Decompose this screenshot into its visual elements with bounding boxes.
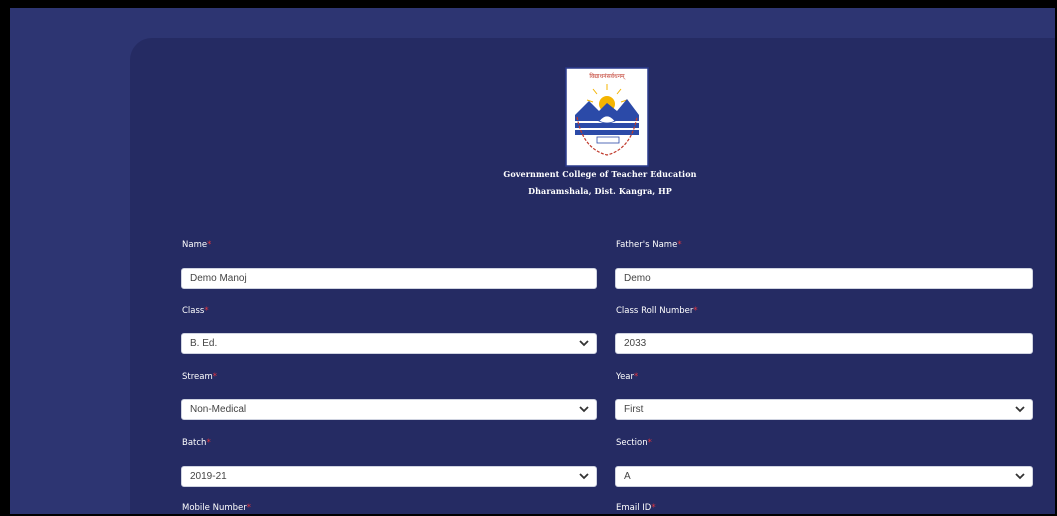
class-roll-number-label-text: Class Roll Number	[616, 306, 694, 316]
required-mark: *	[246, 503, 251, 513]
section-select-value: A	[615, 466, 1033, 487]
section-select[interactable]: A	[615, 466, 1033, 487]
year-select[interactable]: First	[615, 399, 1033, 420]
class-roll-number-label: Class Roll Number*	[616, 306, 698, 316]
class-select[interactable]: B. Ed.	[181, 333, 597, 354]
class-label-text: Class	[182, 306, 205, 316]
email-id-label: Email ID*	[616, 503, 656, 513]
class-label: Class*	[182, 306, 209, 316]
svg-text:विद्याधनंसर्वधनम्: विद्याधनंसर्वधनम्	[589, 72, 625, 80]
section-label-text: Section	[616, 438, 648, 448]
required-mark: *	[677, 240, 682, 250]
year-label-text: Year	[616, 372, 634, 382]
mobile-number-label: Mobile Number*	[182, 503, 251, 513]
fathers-name-input[interactable]	[615, 268, 1033, 289]
batch-label-text: Batch	[182, 438, 207, 448]
mobile-number-label-text: Mobile Number	[182, 503, 247, 513]
registration-card: विद्याधनंसर्वधनम् Government College of …	[130, 38, 1055, 514]
name-label-text: Name	[182, 240, 208, 250]
required-mark: *	[693, 306, 698, 316]
batch-select[interactable]: 2019-21	[181, 466, 597, 487]
institution-name: Government College of Teacher Education	[503, 169, 697, 179]
fathers-name-label: Father's Name*	[616, 240, 682, 250]
batch-select-value: 2019-21	[181, 466, 597, 487]
required-mark: *	[204, 306, 209, 316]
stream-select[interactable]: Non-Medical	[181, 399, 597, 420]
required-mark: *	[651, 503, 656, 513]
required-mark: *	[647, 438, 652, 448]
class-roll-number-input[interactable]	[615, 333, 1033, 354]
email-id-label-text: Email ID	[616, 503, 652, 513]
year-select-value: First	[615, 399, 1033, 420]
batch-label: Batch*	[182, 438, 211, 448]
class-select-value: B. Ed.	[181, 333, 597, 354]
name-input[interactable]	[181, 268, 597, 289]
section-label: Section*	[616, 438, 652, 448]
required-mark: *	[206, 438, 211, 448]
stream-label-text: Stream	[182, 372, 213, 382]
college-logo: विद्याधनंसर्वधनम्	[565, 67, 649, 167]
required-mark: *	[207, 240, 212, 250]
stream-label: Stream*	[182, 372, 217, 382]
required-mark: *	[212, 372, 218, 382]
required-mark: *	[634, 372, 639, 382]
stream-select-value: Non-Medical	[181, 399, 597, 420]
fathers-name-label-text: Father's Name	[616, 240, 678, 250]
institution-address: Dharamshala, Dist. Kangra, HP	[528, 186, 672, 196]
year-label: Year*	[616, 372, 638, 382]
name-label: Name*	[182, 240, 211, 250]
page-background: विद्याधनंसर्वधनम् Government College of …	[10, 8, 1055, 514]
